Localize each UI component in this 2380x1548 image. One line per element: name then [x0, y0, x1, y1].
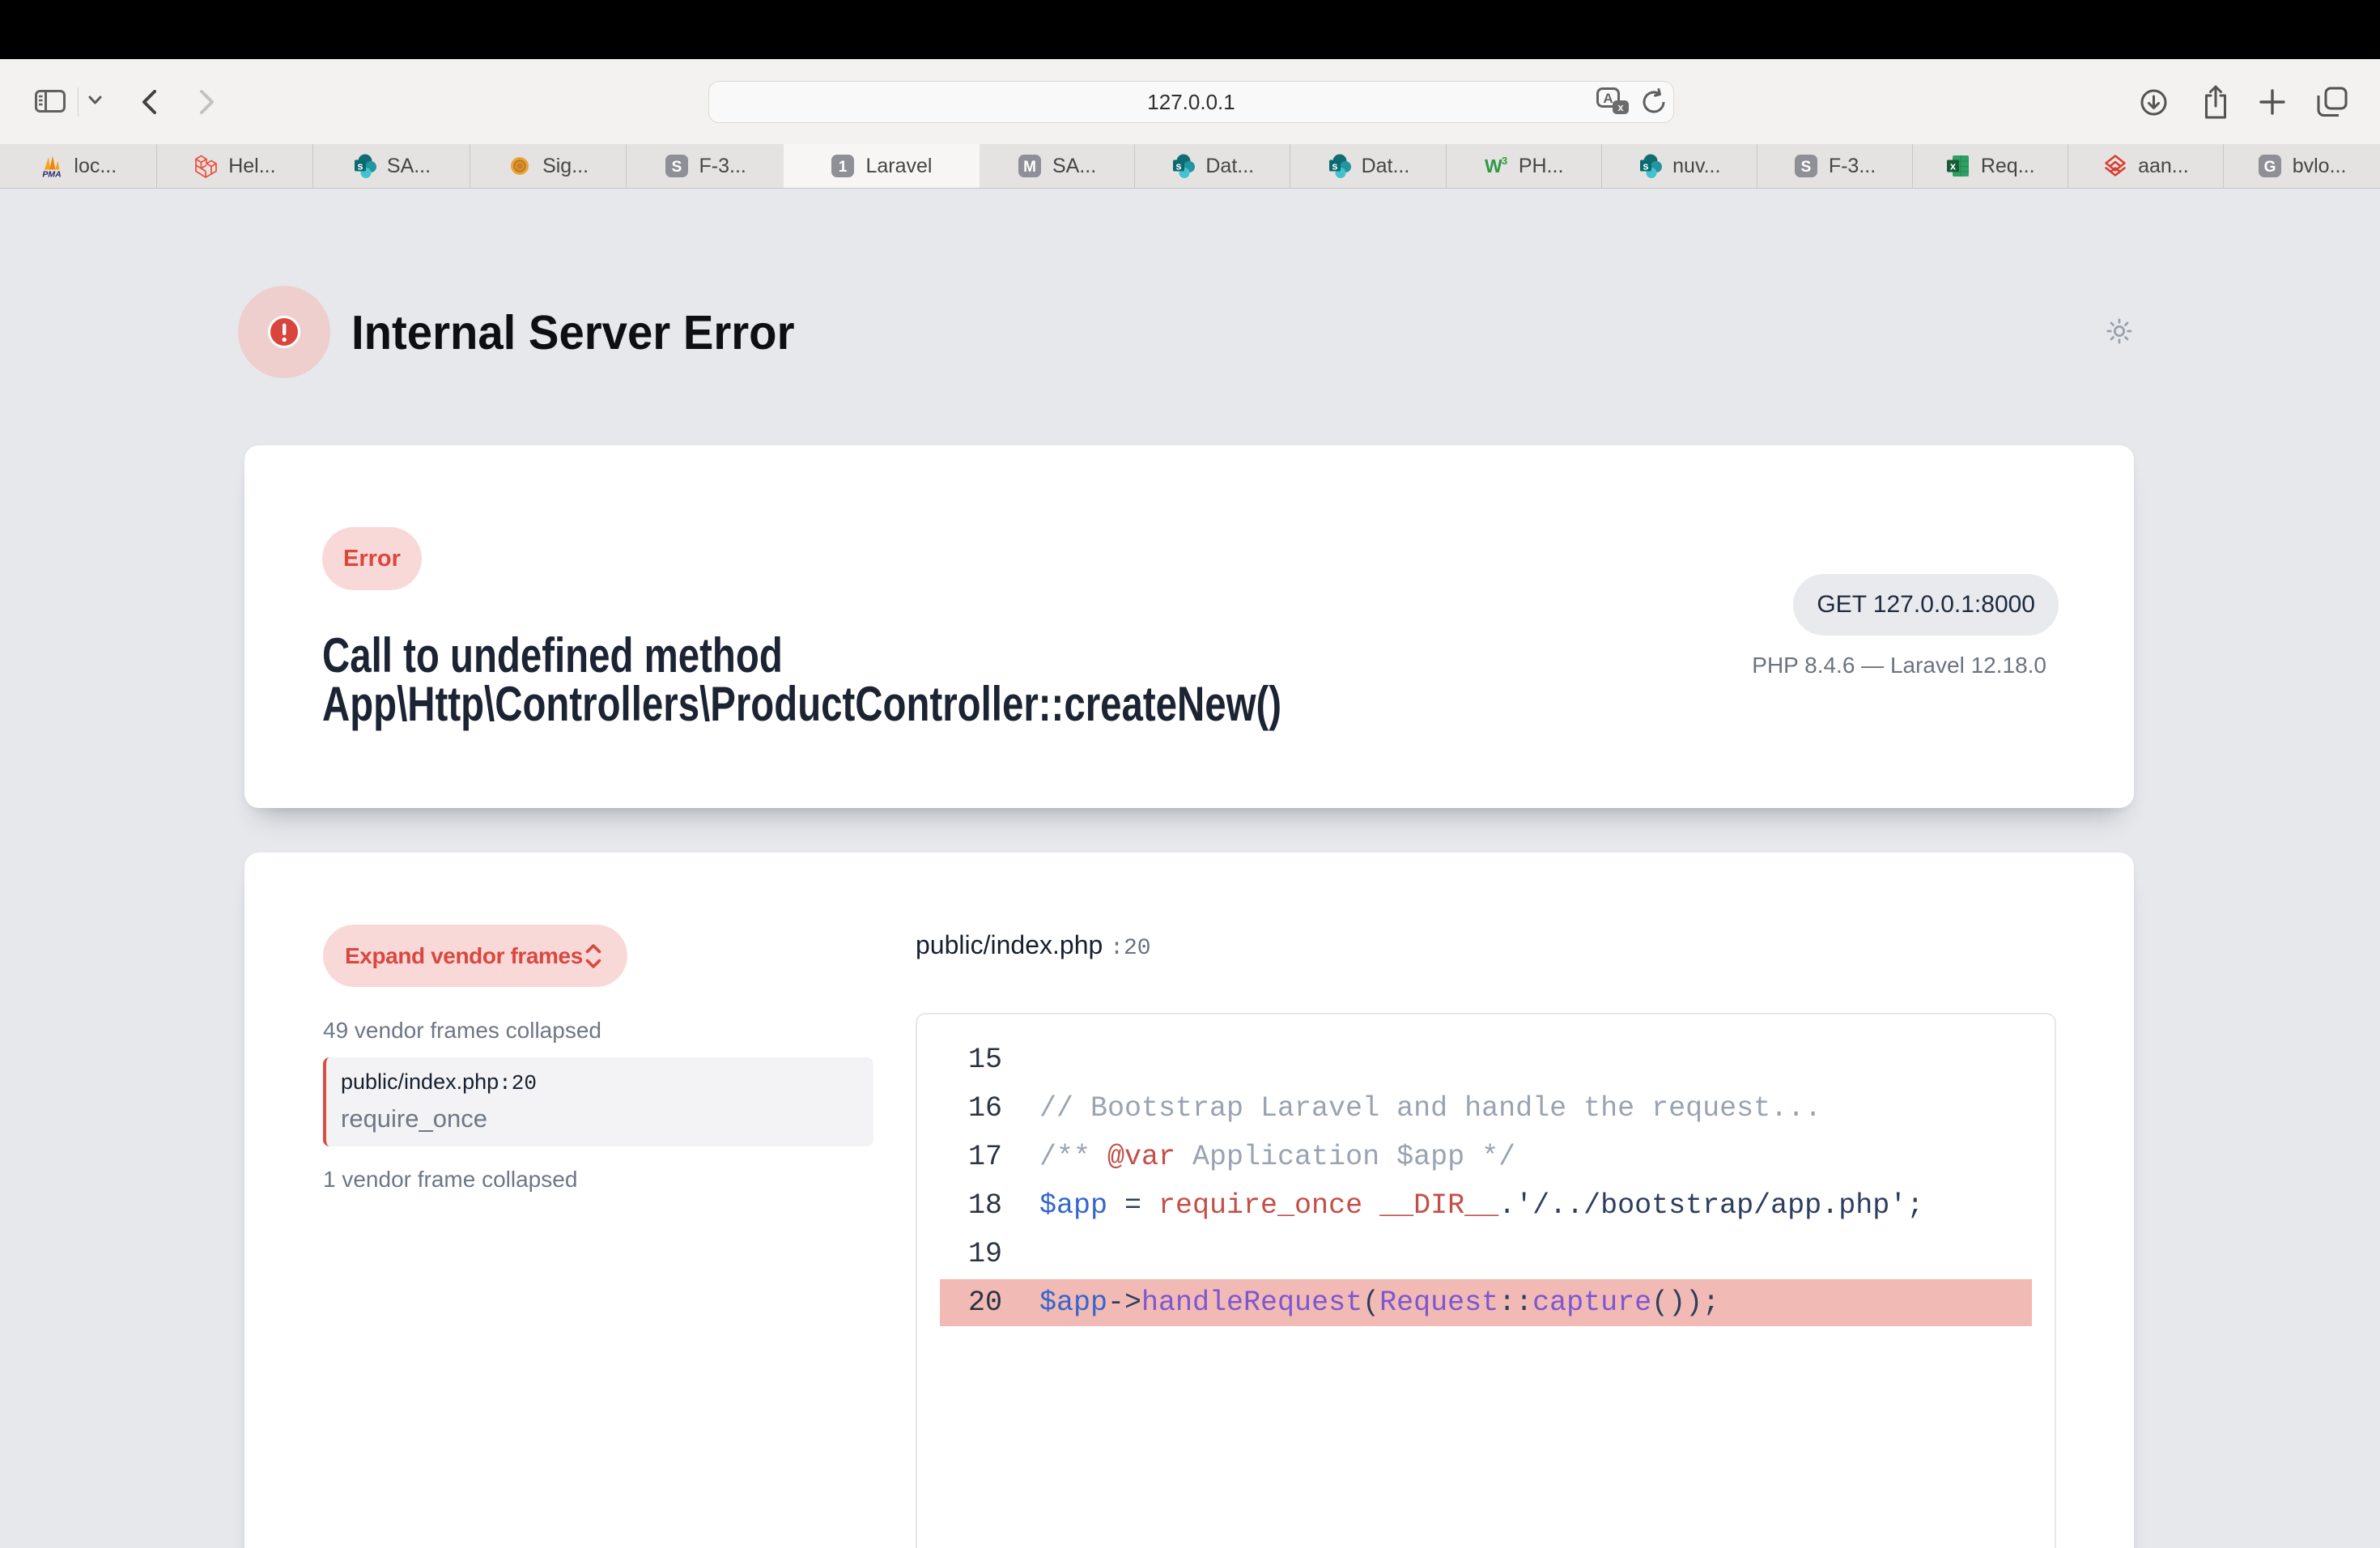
svg-text:A: A — [1603, 91, 1613, 106]
svg-text:x: x — [1950, 160, 1957, 172]
svg-text:W: W — [1485, 155, 1502, 176]
svg-text:G: G — [2263, 159, 2276, 176]
svg-text:S: S — [671, 159, 682, 176]
svg-text:3: 3 — [1502, 155, 1507, 167]
svg-text:M: M — [1023, 159, 1036, 176]
svg-text:1: 1 — [839, 159, 848, 176]
svg-text:s: s — [1176, 160, 1182, 172]
svg-text:s: s — [1643, 160, 1649, 172]
svg-text:PMA: PMA — [43, 170, 62, 179]
svg-text:x: x — [1617, 101, 1624, 113]
svg-text:s: s — [1332, 160, 1337, 172]
svg-text:s: s — [357, 160, 363, 172]
svg-text:S: S — [1800, 159, 1811, 176]
